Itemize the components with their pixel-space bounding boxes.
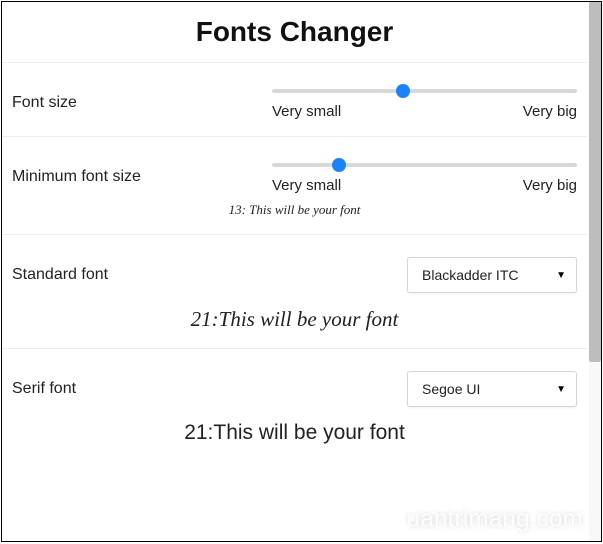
min-font-size-slider-thumb[interactable] [332, 158, 346, 172]
min-font-size-preview: 13: This will be your font [12, 202, 577, 218]
section-font-size: Font size Very small Very big [2, 62, 587, 136]
font-size-max-label: Very big [523, 103, 577, 120]
section-standard-font: Standard font Blackadder ITC ▼ 21:This w… [2, 234, 587, 348]
font-size-min-label: Very small [272, 103, 341, 120]
watermark-text: uantrimang.com [407, 505, 583, 532]
font-size-slider[interactable] [272, 89, 577, 93]
font-size-label: Font size [12, 93, 272, 112]
min-font-size-min-label: Very small [272, 177, 341, 194]
serif-font-label: Serif font [12, 379, 272, 398]
min-font-size-label: Minimum font size [12, 167, 272, 186]
standard-font-value: Blackadder ITC [422, 267, 518, 283]
min-font-size-max-label: Very big [523, 177, 577, 194]
standard-font-select[interactable]: Blackadder ITC ▼ [407, 257, 577, 293]
watermark-logo-icon [383, 503, 413, 533]
section-min-font-size: Minimum font size Very small Very big 13… [2, 136, 587, 234]
chevron-down-icon: ▼ [556, 270, 566, 281]
scrollbar-thumb[interactable] [589, 2, 601, 362]
serif-font-value: Segoe UI [422, 381, 480, 397]
serif-font-preview: 21:This will be your font [12, 421, 577, 445]
vertical-scrollbar[interactable] [589, 2, 601, 541]
min-font-size-slider[interactable] [272, 163, 577, 167]
watermark: uantrimang.com [383, 505, 583, 535]
font-size-slider-thumb[interactable] [396, 84, 410, 98]
standard-font-label: Standard font [12, 265, 272, 284]
page-title: Fonts Changer [2, 2, 587, 62]
standard-font-preview: 21:This will be your font [12, 307, 577, 332]
serif-font-select[interactable]: Segoe UI ▼ [407, 371, 577, 407]
chevron-down-icon: ▼ [556, 384, 566, 395]
section-serif-font: Serif font Segoe UI ▼ 21:This will be yo… [2, 348, 587, 461]
